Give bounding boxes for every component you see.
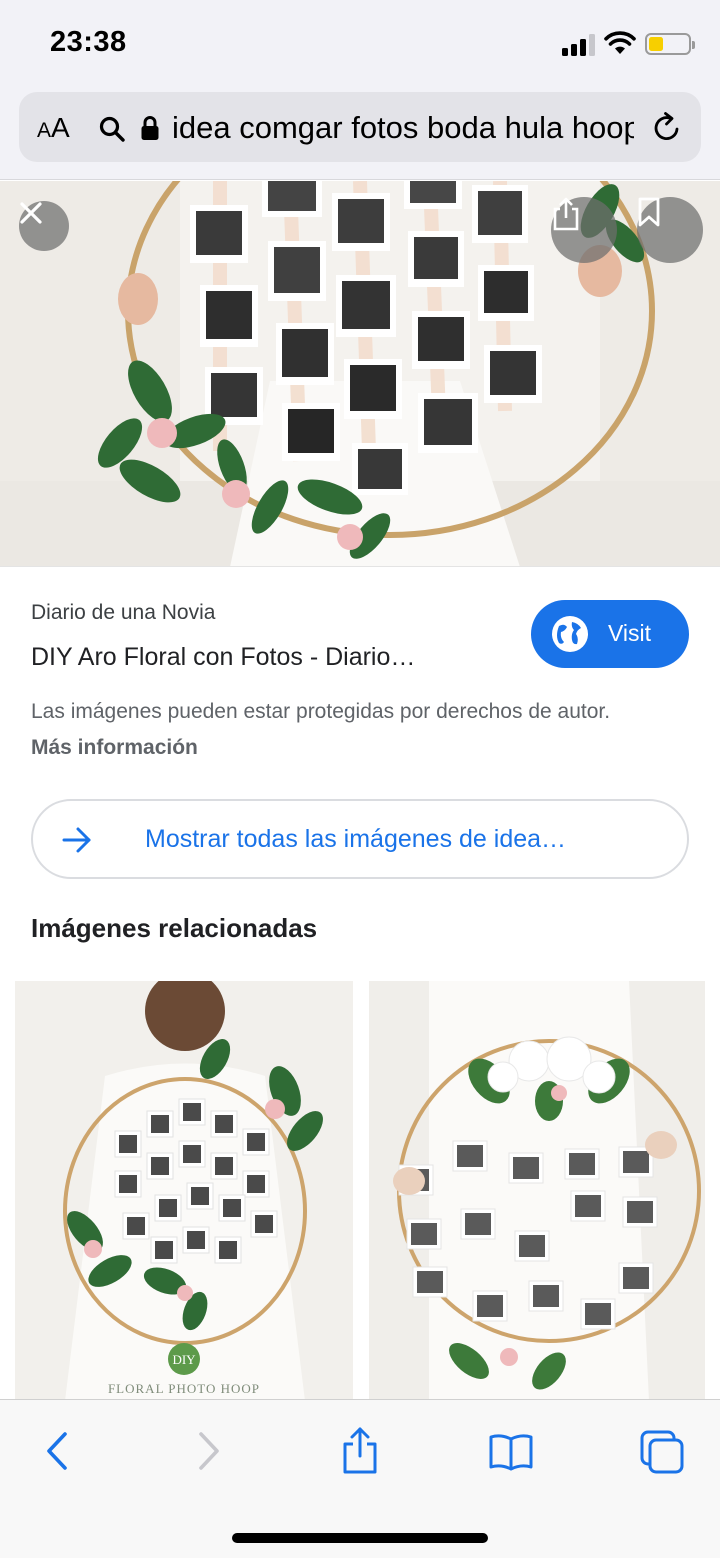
show-all-images-button[interactable]: Mostrar todas las imágenes de idea… [31,799,689,879]
show-all-label: Mostrar todas las imágenes de idea… [145,825,567,853]
more-info-link[interactable]: Más información [31,736,198,759]
share-icon [343,1427,377,1474]
browser-address-area: AA idea comgar fotos boda hula hoop [0,88,720,180]
source-name[interactable]: Diario de una Novia [31,601,215,625]
related-image-picture: DIY [15,981,353,1401]
visit-button[interactable]: Visit [531,600,689,668]
battery-icon [645,33,695,55]
close-button[interactable] [19,201,69,251]
related-images-heading: Imágenes relacionadas [31,913,318,943]
address-bar[interactable]: AA idea comgar fotos boda hula hoop [19,92,701,162]
home-indicator[interactable] [232,1533,488,1543]
copyright-notice: Las imágenes pueden estar protegidas por… [31,694,651,766]
lock-icon [141,116,159,140]
back-icon [47,1432,67,1470]
save-image-button[interactable] [637,197,703,263]
url-text[interactable]: idea comgar fotos boda hula hoop [172,110,634,146]
page-title[interactable]: DIY Aro Floral con Fotos - Diario… [31,643,471,672]
globe-icon [552,616,588,652]
share-image-button[interactable] [551,197,617,263]
close-icon [20,202,42,224]
related-image[interactable]: DIY FLORAL PHOTO HOOP [15,981,353,1401]
arrow-right-icon [62,827,91,853]
text-size-button[interactable]: AA [37,112,70,144]
diy-badge: DIY [172,1352,196,1367]
forward-button[interactable] [181,1424,235,1478]
share-icon [553,197,579,231]
share-button[interactable] [333,1424,387,1478]
related-image-picture [369,981,705,1401]
visit-label: Visit [608,620,652,646]
browser-toolbar [0,1399,720,1558]
related-image-caption: FLORAL PHOTO HOOP [107,1381,261,1396]
reload-icon[interactable] [650,111,684,145]
back-button[interactable] [31,1424,85,1478]
search-icon [99,116,125,142]
tabs-icon [640,1430,684,1474]
status-time: 23:38 [50,26,127,58]
status-bar: 23:38 [0,0,720,88]
bookmarks-icon [489,1434,533,1471]
main-image[interactable] [0,181,720,567]
bookmarks-button[interactable] [484,1424,538,1478]
related-image[interactable] [369,981,705,1401]
forward-icon [199,1432,219,1470]
copyright-text: Las imágenes pueden estar protegidas por… [31,700,611,723]
wifi-icon [604,31,636,54]
tabs-button[interactable] [635,1424,689,1478]
cellular-signal-icon [562,34,598,56]
bookmark-icon [638,197,660,227]
